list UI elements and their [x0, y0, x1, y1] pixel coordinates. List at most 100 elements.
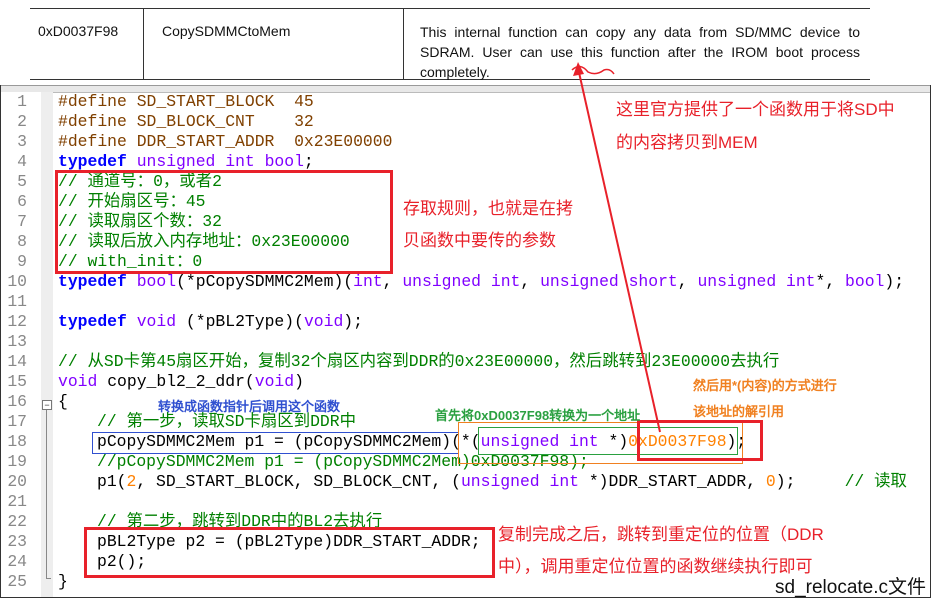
code-token: unsigned int	[402, 272, 521, 291]
code-token: (*pCopySDMMC2Mem)(	[176, 272, 354, 291]
annotation-convert-address: 首先将0xD0037F98转换为一个地址	[435, 408, 641, 423]
line-number: 11	[7, 292, 27, 311]
code-token: unsigned int bool	[136, 152, 304, 171]
line-number: 24	[7, 552, 27, 571]
annotation-convert-pointer: 转换成函数指针后调用这个函数	[158, 399, 341, 414]
annotation-official-function-1: 这里官方提供了一个函数用于将SD中	[616, 100, 895, 119]
params-highlight-box	[55, 170, 393, 274]
code-line: typedef unsigned int bool;	[58, 152, 314, 172]
code-token: *)DDR_START_ADDR,	[579, 472, 766, 491]
code-token: {	[58, 392, 68, 411]
code-token: int	[353, 272, 383, 291]
fold-collapse-icon[interactable]: −	[42, 400, 52, 410]
column-divider	[403, 9, 404, 79]
code-token: void	[303, 312, 344, 331]
function-description: This internal function can copy any data…	[420, 24, 860, 80]
annotation-access-rules-1: 存取规则，也就是在拷	[403, 199, 573, 218]
fold-margin: −	[41, 92, 53, 597]
code-line: // 从SD卡第45扇区开始，复制32个扇区内容到DDR的0x23E00000，…	[58, 352, 779, 372]
line-number: 16	[7, 392, 27, 411]
code-token: ;	[303, 152, 314, 171]
line-number: 6	[17, 192, 27, 211]
code-token: ,	[677, 272, 698, 291]
code-token: );	[884, 272, 905, 291]
function-name: CopySDMMCtoMem	[162, 23, 291, 39]
line-number: 12	[7, 312, 27, 331]
annotation-dereference-2: 该地址的解引用	[693, 404, 785, 419]
line-number: 8	[17, 232, 27, 251]
line-number: 1	[17, 92, 27, 111]
code-token: unsigned short	[540, 272, 678, 291]
line-number: 2	[17, 112, 27, 131]
annotation-jump-2: 中），调用重定位位置的函数继续执行即可	[498, 557, 813, 576]
code-token: // 读取	[844, 472, 907, 491]
fold-line	[46, 410, 47, 578]
code-line: #define SD_BLOCK_CNT 32	[58, 112, 314, 132]
jump-highlight-box	[84, 527, 495, 578]
code-token: #define DDR_START_ADDR 0x23E00000	[58, 132, 393, 151]
fold-end-marker	[46, 578, 51, 579]
line-number: 7	[17, 212, 27, 231]
code-token: void	[136, 312, 177, 331]
line-number: 10	[7, 272, 27, 291]
code-token: *,	[815, 272, 846, 291]
annotation-dereference-1: 然后用*(内容)的方式进行	[693, 378, 837, 393]
code-line: typedef void (*pBL2Type)(void);	[58, 312, 363, 332]
code-token: p1(	[97, 472, 127, 491]
column-divider	[143, 9, 144, 79]
code-token: // 从SD卡第45扇区开始，复制32个扇区内容到DDR的0x23E00000，…	[58, 352, 780, 371]
code-token: }	[58, 572, 68, 591]
line-number: 13	[7, 332, 27, 351]
annotation-jump-1: 复制完成之后，跳转到重定位的位置（DDR	[498, 525, 824, 544]
code-token: bool	[136, 272, 177, 291]
code-line: // 第一步，读取SD卡扇区到DDR中	[97, 412, 356, 432]
code-token: unsigned int	[697, 272, 816, 291]
code-token: typedef	[58, 312, 127, 331]
code-token: ,	[520, 272, 541, 291]
line-number: 14	[7, 352, 27, 371]
file-label: sd_relocate.c文件	[775, 577, 927, 598]
function-address: 0xD0037F98	[38, 23, 119, 39]
address-highlight-box	[637, 420, 763, 461]
code-token: bool	[845, 272, 885, 291]
line-number: 19	[7, 452, 27, 471]
code-token: void	[254, 372, 295, 391]
line-number: 5	[17, 172, 27, 191]
code-token: );	[343, 312, 363, 331]
line-number: 21	[7, 492, 27, 511]
code-token: (*pBL2Type)(	[176, 312, 304, 331]
line-number: 23	[7, 532, 27, 551]
code-line: }	[58, 572, 68, 592]
line-number: 17	[7, 412, 27, 431]
code-token: unsigned int	[460, 472, 579, 491]
code-token: , SD_START_BLOCK, SD_BLOCK_CNT, (	[136, 472, 461, 491]
code-token: #define SD_START_BLOCK 45	[58, 92, 314, 111]
code-line: typedef bool(*pCopySDMMC2Mem)(int, unsig…	[58, 272, 904, 292]
line-number: 22	[7, 512, 27, 531]
function-pointer-box	[92, 432, 459, 454]
code-token: ,	[382, 272, 403, 291]
code-token: void	[58, 372, 98, 391]
line-number: 20	[7, 472, 27, 491]
code-line: p1(2, SD_START_BLOCK, SD_BLOCK_CNT, (uns…	[97, 472, 907, 492]
code-token: typedef	[58, 272, 127, 291]
line-number: 18	[7, 432, 27, 451]
code-line: #define SD_START_BLOCK 45	[58, 92, 314, 112]
line-number: 3	[17, 132, 27, 151]
code-line: {	[58, 392, 68, 412]
line-number: 4	[17, 152, 27, 171]
code-line: void copy_bl2_2_ddr(void)	[58, 372, 304, 392]
line-number: 15	[7, 372, 27, 391]
code-line: #define DDR_START_ADDR 0x23E00000	[58, 132, 392, 152]
function-table-row: 0xD0037F98 CopySDMMCtoMem This internal …	[30, 8, 870, 80]
code-token: typedef	[58, 152, 127, 171]
line-number-gutter: 1 2 3 4 5 6 7 8 9 10 11 12 13 14 15 16 17 18 19 20 21 22 23 24 2…	[1, 92, 41, 597]
line-number: 25	[7, 572, 27, 591]
code-token: );	[775, 472, 845, 491]
line-number: 9	[17, 252, 27, 271]
code-token: 0	[765, 472, 776, 491]
code-token: copy_bl2_2_ddr(	[97, 372, 255, 391]
